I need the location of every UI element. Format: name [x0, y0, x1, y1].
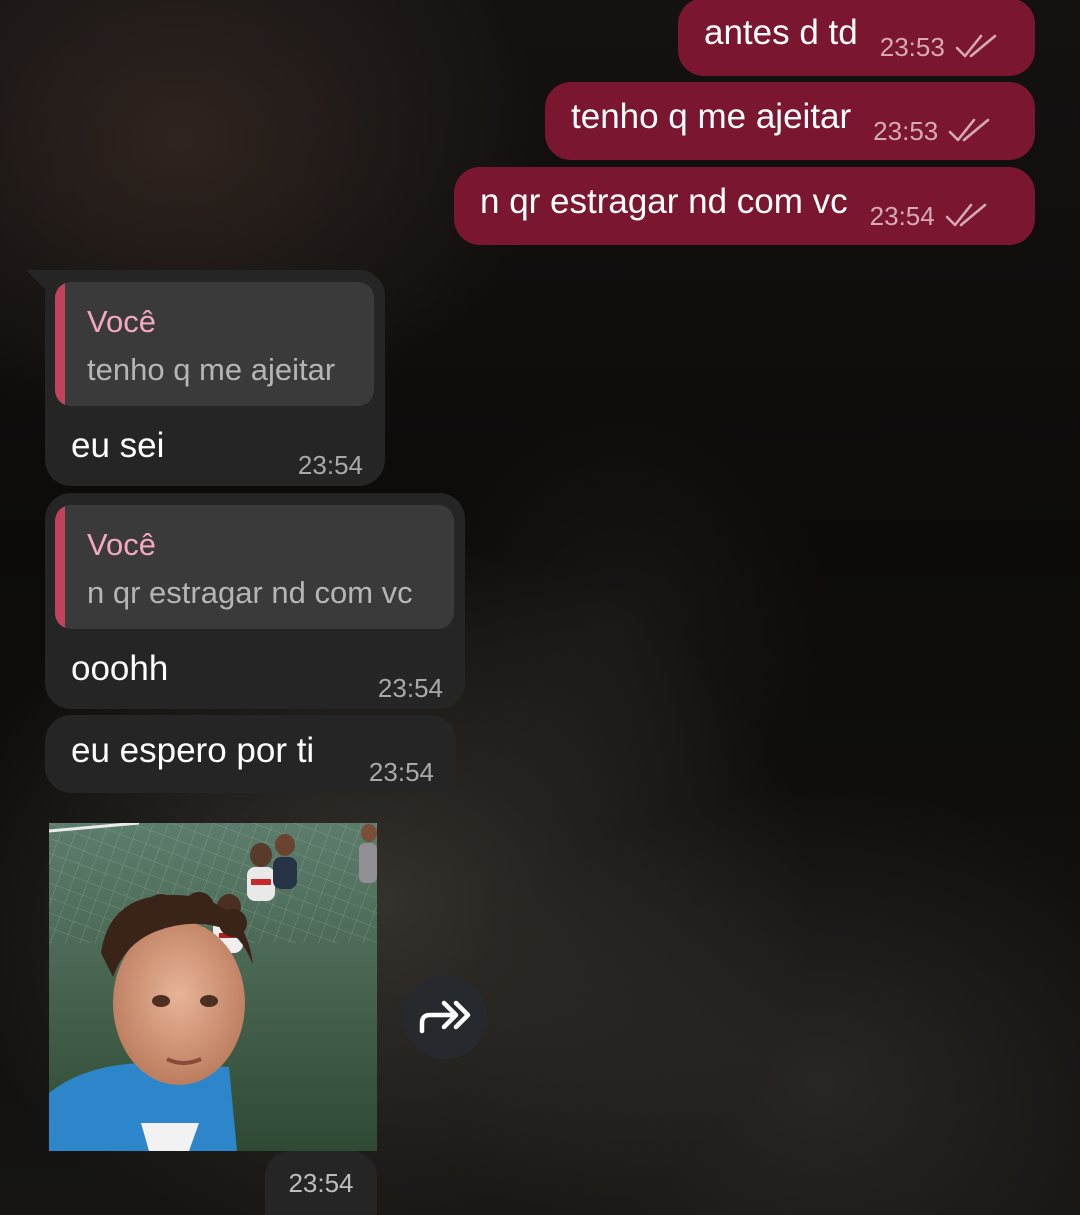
quote-bar [55, 505, 65, 629]
double-check-icon [948, 118, 990, 142]
message-time: 23:53 [879, 31, 945, 62]
photo-image [49, 823, 377, 1151]
double-check-icon [945, 203, 987, 227]
message-time: 23:54 [368, 757, 434, 787]
outgoing-message[interactable]: antes d td 23:53 [678, 0, 1035, 76]
outgoing-message[interactable]: n qr estragar nd com vc 23:54 [454, 167, 1035, 245]
photo-time-badge: 23:54 [265, 1151, 377, 1215]
message-time: 23:54 [288, 1167, 354, 1198]
message-text: antes d td [704, 13, 858, 52]
message-time: 23:54 [869, 200, 935, 231]
photo-message[interactable] [49, 823, 377, 1151]
message-text: eu sei [71, 426, 165, 465]
incoming-message[interactable]: Você n qr estragar nd com vc ooohh 23:54 [45, 493, 465, 709]
message-time: 23:53 [873, 115, 939, 146]
incoming-message[interactable]: Você tenho q me ajeitar eu sei 23:54 [45, 270, 385, 486]
quote-bar [55, 282, 65, 406]
forward-icon [419, 1000, 471, 1034]
message-text: ooohh [71, 649, 169, 688]
reply-quote[interactable]: Você n qr estragar nd com vc [55, 505, 454, 629]
quote-text: n qr estragar nd com vc [87, 575, 413, 610]
message-time: 23:54 [297, 450, 363, 480]
reply-quote[interactable]: Você tenho q me ajeitar [55, 282, 374, 406]
outgoing-message[interactable]: tenho q me ajeitar 23:53 [545, 82, 1035, 160]
message-time: 23:54 [377, 673, 443, 703]
message-text: eu espero por ti [71, 731, 315, 770]
forward-button[interactable] [403, 975, 487, 1059]
message-text: n qr estragar nd com vc [480, 182, 848, 221]
double-check-icon [955, 34, 997, 58]
quote-author: Você [87, 527, 156, 562]
quote-text: tenho q me ajeitar [87, 352, 336, 387]
incoming-message[interactable]: eu espero por ti 23:54 [45, 715, 456, 793]
quote-author: Você [87, 304, 156, 339]
message-text: tenho q me ajeitar [571, 97, 852, 136]
